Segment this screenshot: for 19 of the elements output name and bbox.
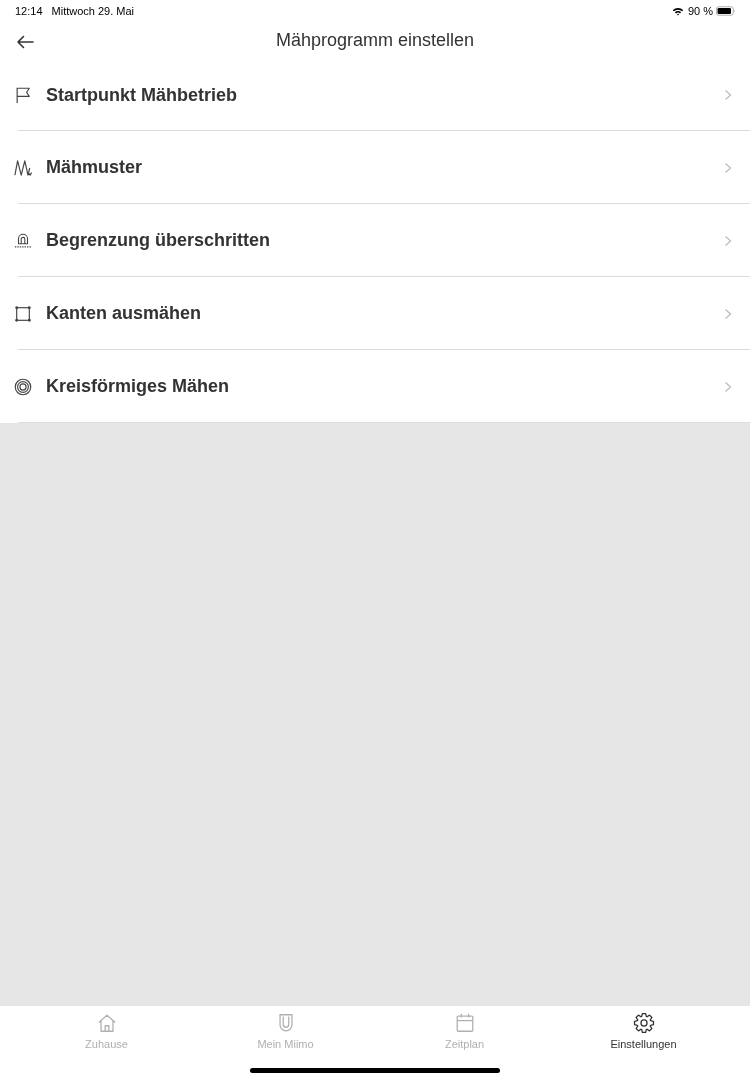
status-time: 12:14	[15, 5, 43, 17]
status-date: Mittwoch 29. Mai	[51, 5, 135, 17]
wifi-icon	[671, 6, 684, 16]
zigzag-icon	[14, 158, 32, 177]
settings-icon	[632, 1012, 655, 1034]
mower-boundary-icon	[14, 231, 32, 250]
chevron-right-icon	[724, 307, 732, 320]
chevron-right-icon	[724, 161, 732, 174]
tab-item[interactable]: Einstellungen	[554, 1012, 733, 1051]
battery-icon	[716, 6, 736, 16]
battery-percentage: 90 %	[687, 5, 713, 17]
back-arrow-icon	[16, 35, 34, 49]
chevron-right-icon	[724, 234, 732, 247]
chevron-right-icon	[724, 380, 732, 393]
page-title: Mähprogramm einstellen	[275, 29, 475, 51]
chevron-right-icon	[724, 89, 732, 101]
flag-icon	[14, 86, 32, 104]
square-corners-icon	[14, 304, 32, 323]
spiral-icon	[14, 377, 32, 396]
